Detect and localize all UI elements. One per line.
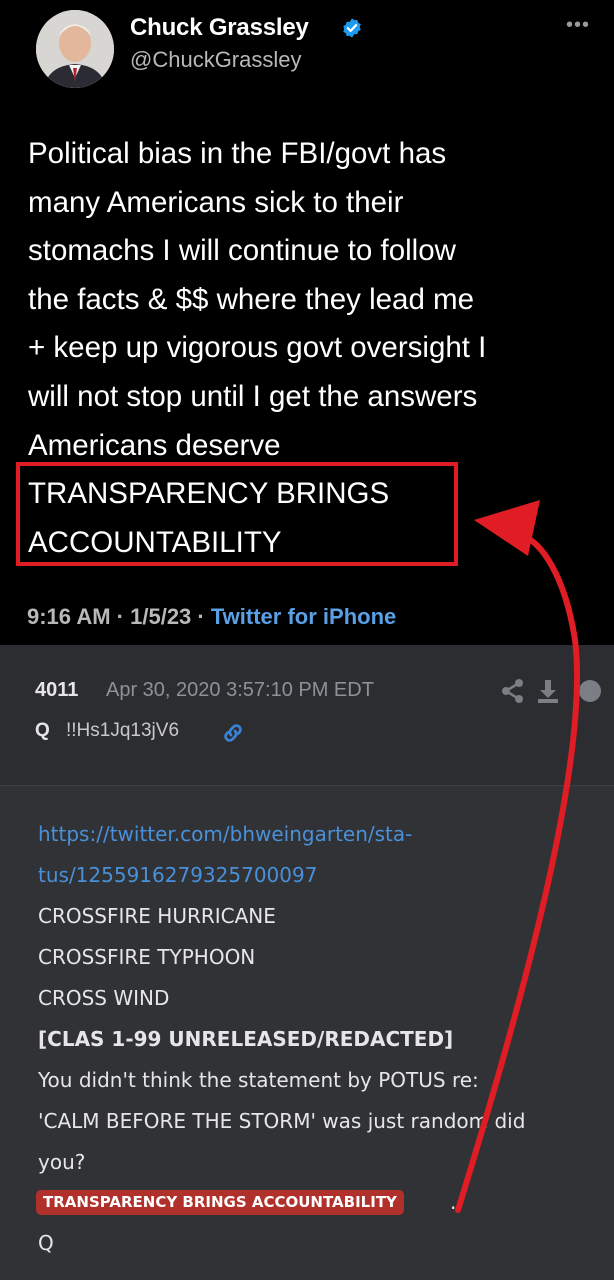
- post-author: Q: [35, 720, 50, 741]
- highlight-badge: TRANSPARENCY BRINGS ACCOUNTABILITY: [36, 1190, 404, 1215]
- tweet-text-line: stomachs I will continue to follow: [28, 234, 456, 268]
- meta-separator: ·: [116, 604, 124, 629]
- link-icon[interactable]: [221, 721, 245, 745]
- display-name[interactable]: Chuck Grassley: [130, 14, 309, 42]
- post-text-line: CROSSFIRE TYPHOON: [38, 945, 256, 969]
- post-text-line: you?: [38, 1150, 86, 1174]
- post-tripcode: !!Hs1Jq13jV6: [66, 720, 180, 741]
- post-signature: Q: [38, 1231, 54, 1255]
- tweet-time[interactable]: 9:16 AM: [27, 604, 111, 629]
- verified-badge-icon: [343, 18, 361, 38]
- circle-icon[interactable]: [579, 680, 601, 702]
- tweet-date[interactable]: 1/5/23: [130, 604, 191, 629]
- post-action-icons: [502, 679, 601, 703]
- tweet-text-line: + keep up vigorous govt oversight I: [28, 331, 487, 365]
- post-number[interactable]: 4011: [35, 679, 78, 702]
- tweet-meta: 9:16 AM · 1/5/23 · Twitter for iPhone: [27, 604, 396, 630]
- post-date: Apr 30, 2020 3:57:10 PM EDT: [106, 679, 374, 701]
- post-bold-line: [CLAS 1-99 UNRELEASED/REDACTED]: [38, 1027, 454, 1051]
- tweet-text-line: many Americans sick to their: [28, 185, 404, 219]
- post-url-line[interactable]: https://twitter.com/bhweingarten/sta-: [38, 822, 412, 846]
- q-post: 4011 Apr 30, 2020 3:57:10 PM EDT Q !!Hs1…: [0, 645, 614, 1280]
- more-options-icon[interactable]: •••: [566, 14, 590, 37]
- tweet-source-link[interactable]: Twitter for iPhone: [211, 604, 396, 629]
- meta-separator: ·: [197, 604, 205, 629]
- post-text-line: You didn't think the statement by POTUS …: [38, 1068, 479, 1092]
- user-handle[interactable]: @ChuckGrassley: [130, 47, 302, 73]
- tweet-text-line: the facts & $$ where they lead me: [28, 282, 475, 316]
- highlight-box: [16, 462, 458, 566]
- profile-avatar[interactable]: [36, 10, 114, 88]
- post-url-line[interactable]: tus/1255916279325700097: [38, 863, 317, 887]
- tweet-card: Chuck Grassley @ChuckGrassley ••• Politi…: [0, 0, 614, 645]
- tweet-text-line: will not stop until I get the answers: [28, 379, 478, 413]
- tweet-text-line: Political bias in the FBI/govt has: [28, 137, 447, 170]
- share-icon[interactable]: [502, 679, 523, 703]
- badge-trailing-period: .: [450, 1190, 457, 1214]
- divider: [0, 785, 614, 786]
- post-text-line: 'CALM BEFORE THE STORM' was just random …: [38, 1109, 526, 1133]
- q-post-header: [0, 645, 614, 785]
- avatar-image: [36, 10, 114, 88]
- post-text-line: CROSSFIRE HURRICANE: [38, 904, 276, 928]
- download-icon[interactable]: [538, 680, 558, 703]
- post-text-line: CROSS WIND: [38, 986, 170, 1010]
